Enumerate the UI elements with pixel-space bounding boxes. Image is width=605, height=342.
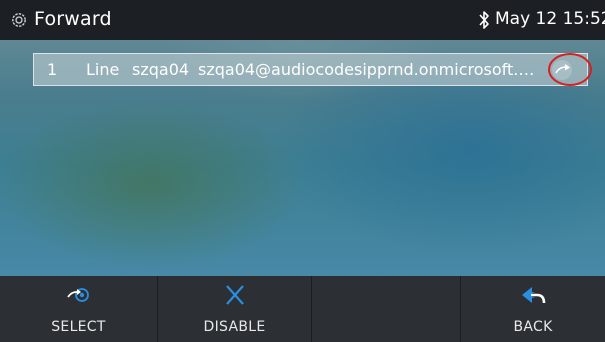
back-softkey[interactable]: BACK [461,276,605,342]
row-address: szqa04@audiocodesipprnd.onmicrosoft.com [198,60,542,79]
softkey-bar: SELECT DISABLE BACK [0,276,605,342]
wallpaper [0,0,605,276]
row-user: szqa04 [132,60,190,79]
close-x-icon [225,285,244,305]
page-title: Forward [34,8,112,30]
annotation-circle [548,53,592,86]
select-softkey[interactable]: SELECT [0,276,158,342]
phone-screen: Forward May 12 15:52 1 Line szqa04 szqa0… [0,0,605,342]
disable-softkey[interactable]: DISABLE [158,276,312,342]
forward-list-item[interactable]: 1 Line szqa04 szqa04@audiocodesipprnd.on… [33,53,588,86]
empty-softkey[interactable] [312,276,461,342]
header-bar: Forward May 12 15:52 [0,0,605,40]
select-label: SELECT [51,319,106,335]
back-arrow-icon [522,287,546,304]
gear-icon [12,13,26,27]
select-icon [66,288,89,302]
row-type: Line [86,60,120,79]
bluetooth-icon [479,11,489,29]
row-index: 1 [47,60,58,79]
date-time: May 12 15:52 [495,9,605,29]
back-label: BACK [513,319,553,335]
disable-label: DISABLE [203,319,266,335]
